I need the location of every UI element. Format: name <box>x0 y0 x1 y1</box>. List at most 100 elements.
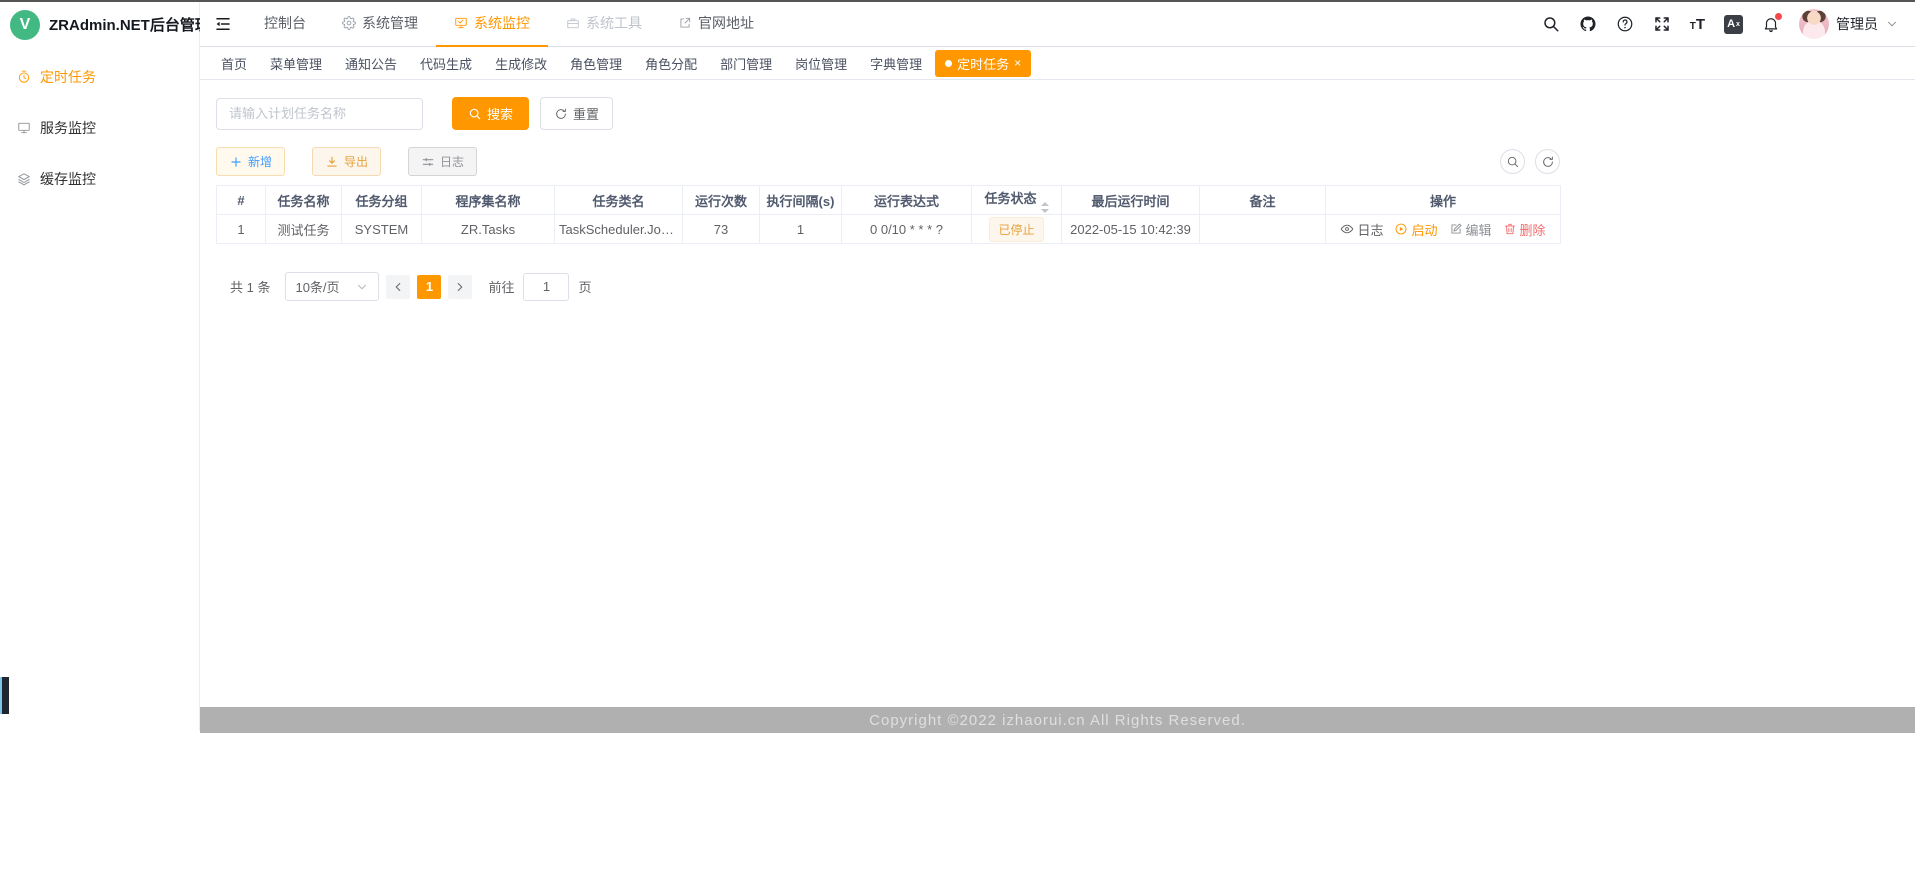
tab-notice[interactable]: 通知公告 <box>335 49 407 78</box>
search-icon <box>468 107 482 121</box>
trash-icon <box>1503 222 1517 236</box>
sidebar-item-service-monitor[interactable]: 服务监控 <box>0 102 199 153</box>
cell-actions: 日志 启动 编辑 删除 <box>1326 215 1561 244</box>
main-content: 搜索 重置 新增 导出 日志 <box>200 80 1915 301</box>
table-header-row: # 任务名称 任务分组 程序集名称 任务类名 运行次数 执行间隔(s) 运行表达… <box>217 186 1561 215</box>
sort-carets-icon[interactable] <box>1041 202 1049 213</box>
refresh-icon <box>554 107 568 121</box>
row-edit-label: 编辑 <box>1466 220 1492 239</box>
column-header-index: # <box>217 186 266 215</box>
row-start-label: 启动 <box>1411 220 1437 239</box>
tab-bar: 首页 菜单管理 通知公告 代码生成 生成修改 角色管理 角色分配 部门管理 岗位… <box>200 47 1915 80</box>
next-page-button[interactable] <box>448 275 472 299</box>
page-size-select[interactable]: 10条/页 <box>285 272 379 301</box>
chevron-right-icon <box>453 280 467 294</box>
row-log-link[interactable]: 日志 <box>1340 220 1383 239</box>
copyright-text: Copyright ©2022 izhaorui.cn All Rights R… <box>869 712 1246 729</box>
tab-dictionary-management[interactable]: 字典管理 <box>860 49 932 78</box>
cell-cron: 0 0/10 * * * ? <box>842 215 972 244</box>
log-button[interactable]: 日志 <box>408 147 477 176</box>
search-icon <box>1506 155 1520 169</box>
table-tools <box>1500 149 1560 174</box>
user-menu[interactable]: 管理员 <box>1799 9 1899 39</box>
page-size-value: 10条/页 <box>295 277 339 296</box>
tab-home[interactable]: 首页 <box>211 49 257 78</box>
add-button[interactable]: 新增 <box>216 147 285 176</box>
row-delete-link[interactable]: 删除 <box>1503 220 1546 239</box>
column-header-interval: 执行间隔(s) <box>760 186 842 215</box>
sliders-icon <box>421 155 435 169</box>
nav-item-system-tools[interactable]: 系统工具 <box>548 2 660 47</box>
nav-item-official-site[interactable]: 官网地址 <box>660 2 772 47</box>
export-button-label: 导出 <box>344 153 368 170</box>
toolbox-icon <box>566 16 580 30</box>
sidebar-item-scheduled-tasks[interactable]: 定时任务 <box>0 51 199 102</box>
font-size-icon[interactable]: TT <box>1690 16 1705 33</box>
prev-page-button[interactable] <box>386 275 410 299</box>
task-name-input[interactable] <box>216 98 423 130</box>
export-button[interactable]: 导出 <box>312 147 381 176</box>
cell-assembly: ZR.Tasks <box>422 215 555 244</box>
cache-layers-icon <box>17 172 31 186</box>
refresh-icon <box>1541 155 1555 169</box>
sidebar-item-label: 服务监控 <box>40 118 96 138</box>
column-header-status[interactable]: 任务状态 <box>972 186 1062 215</box>
logo-row[interactable]: V ZRAdmin.NET后台管理 <box>0 2 199 47</box>
nav-item-system-management[interactable]: 系统管理 <box>324 2 436 47</box>
close-icon[interactable]: × <box>1014 57 1021 69</box>
tab-code-generation[interactable]: 代码生成 <box>410 49 482 78</box>
cell-task-name: 测试任务 <box>266 215 342 244</box>
reset-button[interactable]: 重置 <box>540 97 613 130</box>
github-icon[interactable] <box>1579 15 1597 33</box>
app-logo: V <box>10 10 40 40</box>
toggle-search-button[interactable] <box>1500 149 1525 174</box>
tab-label: 定时任务 <box>957 54 1009 73</box>
log-button-label: 日志 <box>440 153 464 170</box>
translate-icon[interactable]: Ax <box>1724 15 1743 34</box>
timer-icon <box>17 70 31 84</box>
topbar-actions: TT Ax 管理员 <box>1542 9 1915 39</box>
search-button-label: 搜索 <box>487 104 513 123</box>
column-header-cron: 运行表达式 <box>842 186 972 215</box>
notification-badge <box>1775 13 1782 20</box>
tab-menu-management[interactable]: 菜单管理 <box>260 49 332 78</box>
refresh-table-button[interactable] <box>1535 149 1560 174</box>
goto-page-input[interactable] <box>523 273 569 301</box>
column-header-actions: 操作 <box>1326 186 1561 215</box>
nav-label: 系统监控 <box>474 13 530 33</box>
chevron-down-icon <box>1885 17 1899 31</box>
footer: Copyright ©2022 izhaorui.cn All Rights R… <box>200 707 1915 733</box>
tab-post-management[interactable]: 岗位管理 <box>785 49 857 78</box>
active-tab-dot <box>945 60 952 67</box>
fullscreen-icon[interactable] <box>1653 15 1671 33</box>
sidebar-item-cache-monitor[interactable]: 缓存监控 <box>0 153 199 204</box>
nav-item-system-monitor[interactable]: 系统监控 <box>436 2 548 47</box>
total-count: 共 1 条 <box>230 277 270 296</box>
cell-remark <box>1200 215 1326 244</box>
tab-scheduled-tasks-active[interactable]: 定时任务 × <box>935 50 1031 77</box>
tasks-table: # 任务名称 任务分组 程序集名称 任务类名 运行次数 执行间隔(s) 运行表达… <box>216 185 1561 244</box>
row-start-link[interactable]: 启动 <box>1394 220 1437 239</box>
tab-role-assignment[interactable]: 角色分配 <box>635 49 707 78</box>
page-number-button[interactable]: 1 <box>417 275 441 299</box>
search-button[interactable]: 搜索 <box>452 97 529 130</box>
row-delete-label: 删除 <box>1520 220 1546 239</box>
tab-generation-edit[interactable]: 生成修改 <box>485 49 557 78</box>
monitor-check-icon <box>454 16 468 30</box>
nav-item-console[interactable]: 控制台 <box>246 2 324 47</box>
collapse-menu-button[interactable] <box>200 15 246 33</box>
dev-widget <box>0 677 9 714</box>
app-title: ZRAdmin.NET后台管理 <box>49 14 210 35</box>
nav-label: 控制台 <box>264 13 306 33</box>
row-edit-link[interactable]: 编辑 <box>1449 220 1492 239</box>
menu-fold-icon <box>214 15 232 33</box>
help-icon[interactable] <box>1616 15 1634 33</box>
column-header-assembly: 程序集名称 <box>422 186 555 215</box>
tab-department-management[interactable]: 部门管理 <box>710 49 782 78</box>
eye-icon <box>1340 222 1354 236</box>
tab-role-management[interactable]: 角色管理 <box>560 49 632 78</box>
search-icon[interactable] <box>1542 15 1560 33</box>
avatar <box>1799 9 1829 39</box>
nav-label: 系统管理 <box>362 13 418 33</box>
notification-icon[interactable] <box>1762 15 1780 33</box>
